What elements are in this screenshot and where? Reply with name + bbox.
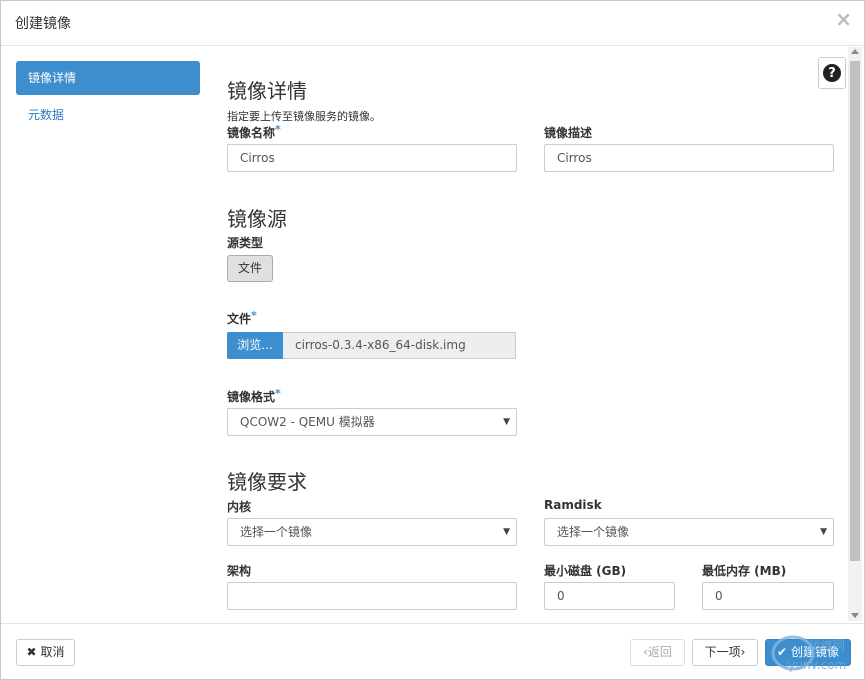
close-icon: ✖ <box>26 645 37 659</box>
chevron-down-icon: ▼ <box>820 527 827 537</box>
min-ram-input[interactable]: 0 <box>702 582 834 610</box>
ramdisk-label: Ramdisk <box>544 498 602 512</box>
file-name-field: cirros-0.3.4-x86_64-disk.img <box>283 332 516 359</box>
scrollbar[interactable] <box>848 47 862 621</box>
architecture-input[interactable] <box>227 582 517 610</box>
source-type-label: 源类型 <box>227 236 264 250</box>
required-marker: * <box>251 309 257 322</box>
chevron-down-icon: ▼ <box>503 527 510 537</box>
watermark-logo: 运维网 iyunv.com <box>771 635 846 672</box>
section-heading-details: 镜像详情 <box>227 79 307 103</box>
section-heading-source: 镜像源 <box>227 207 287 231</box>
ramdisk-select[interactable]: 选择一个镜像 ▼ <box>544 518 834 546</box>
file-label: 文件* <box>227 309 257 326</box>
image-name-label: 镜像名称* <box>227 123 281 140</box>
kernel-select[interactable]: 选择一个镜像 ▼ <box>227 518 517 546</box>
min-disk-label: 最小磁盘 (GB) <box>544 564 627 578</box>
svg-text:iyunv.com: iyunv.com <box>785 658 846 672</box>
svg-text:运维网: 运维网 <box>809 638 845 652</box>
dialog-header: 创建镜像 × <box>1 1 864 46</box>
dialog-title: 创建镜像 <box>15 16 71 32</box>
section-heading-requirements: 镜像要求 <box>227 470 307 494</box>
required-marker: * <box>275 387 281 400</box>
help-button[interactable]: ? <box>818 57 846 89</box>
nav-item-metadata[interactable]: 元数据 <box>16 98 200 132</box>
dialog-footer: ✖ 取消 ‹返回 下一项› ✔ 创建镜像 <box>1 623 864 680</box>
kernel-label: 内核 <box>227 500 252 514</box>
scroll-up-icon[interactable] <box>851 49 859 54</box>
close-icon[interactable]: × <box>835 7 852 31</box>
source-type-file-button[interactable]: 文件 <box>227 255 273 282</box>
browse-button[interactable]: 浏览... <box>227 332 283 359</box>
required-marker: * <box>275 123 281 136</box>
chevron-down-icon: ▼ <box>503 417 510 427</box>
cancel-button[interactable]: ✖ 取消 <box>16 639 75 666</box>
image-desc-label: 镜像描述 <box>544 126 593 140</box>
image-name-input[interactable]: Cirros <box>227 144 517 172</box>
min-disk-input[interactable]: 0 <box>544 582 675 610</box>
next-button[interactable]: 下一项› <box>692 639 758 666</box>
image-format-select[interactable]: QCOW2 - QEMU 模拟器 ▼ <box>227 408 517 436</box>
image-desc-input[interactable]: Cirros <box>544 144 834 172</box>
architecture-label: 架构 <box>227 564 252 578</box>
scrollbar-thumb[interactable] <box>850 61 860 561</box>
wizard-nav: 镜像详情 元数据 <box>16 61 200 135</box>
question-icon: ? <box>823 64 841 82</box>
back-button[interactable]: ‹返回 <box>630 639 685 666</box>
create-image-dialog: 创建镜像 × 镜像详情 元数据 ? 镜像详情 指定要上传至镜像服务的镜像。 镜像… <box>0 0 865 680</box>
scroll-down-icon[interactable] <box>851 613 859 618</box>
min-ram-label: 最低内存 (MB) <box>702 564 787 578</box>
image-format-label: 镜像格式* <box>227 387 281 404</box>
nav-item-image-details[interactable]: 镜像详情 <box>16 61 200 95</box>
details-help-text: 指定要上传至镜像服务的镜像。 <box>227 110 381 123</box>
